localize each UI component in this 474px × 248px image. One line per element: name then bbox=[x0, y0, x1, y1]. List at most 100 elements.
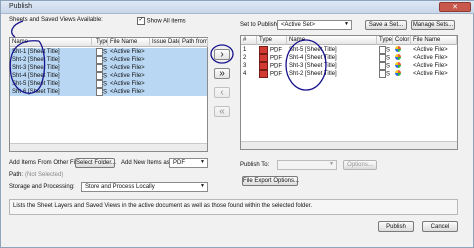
row-type: S bbox=[94, 72, 108, 80]
select-value: PDF bbox=[173, 160, 185, 166]
color-wheel-icon bbox=[395, 46, 401, 53]
hand-drawn-annotation bbox=[9, 20, 46, 94]
column-header-type[interactable]: Type bbox=[94, 38, 108, 47]
manage-sets-button[interactable]: Manage Sets... bbox=[411, 20, 455, 30]
horizontal-scrollbar[interactable] bbox=[10, 143, 207, 151]
sheet-icon bbox=[96, 64, 103, 72]
publish-button[interactable]: Publish bbox=[378, 221, 414, 232]
table-row[interactable]: 4 PDF Sht-2 [Sheet Title] S <Active File… bbox=[241, 70, 457, 78]
pdf-icon bbox=[259, 54, 268, 62]
chevron-down-icon: ▼ bbox=[329, 161, 334, 167]
pdf-icon bbox=[259, 62, 268, 70]
column-header-file-name[interactable]: File Name bbox=[411, 36, 457, 45]
column-header-number[interactable]: # bbox=[241, 36, 257, 45]
select-value: Store and Process Locally bbox=[85, 184, 155, 190]
row-type: S bbox=[94, 64, 108, 72]
title-bar: Publish ✕ bbox=[1, 1, 474, 14]
set-to-publish-select[interactable]: <Active Set> ▼ bbox=[277, 20, 352, 30]
chevron-down-icon: ▼ bbox=[200, 183, 205, 189]
status-message-box: Lists the Sheet Layers and Saved Views i… bbox=[9, 199, 458, 215]
add-new-items-as-select[interactable]: PDF ▼ bbox=[169, 158, 208, 168]
set-to-publish-label: Set to Publish: bbox=[240, 22, 279, 28]
remove-from-set-button[interactable]: ‹ bbox=[214, 87, 230, 98]
remove-all-from-set-button[interactable]: « bbox=[214, 106, 230, 117]
row-file: <Active File> bbox=[110, 49, 145, 55]
row-file: <Active File> bbox=[110, 57, 145, 63]
table-row[interactable]: 2 PDF Sht-4 [Sheet Title] S <Active File… bbox=[241, 54, 457, 62]
table-row[interactable]: 3 PDF Sht-3 [Sheet Title] S <Active File… bbox=[241, 62, 457, 70]
add-other-files-label: Add Items From Other Files: bbox=[9, 160, 85, 166]
color-wheel-icon bbox=[395, 70, 401, 77]
column-header-issue-date[interactable]: Issue Date bbox=[150, 38, 180, 47]
row-color[interactable] bbox=[393, 46, 411, 54]
row-file: <Active File> bbox=[110, 89, 145, 95]
row-color[interactable] bbox=[393, 54, 411, 62]
row-type: S bbox=[94, 56, 108, 64]
pdf-icon bbox=[259, 46, 268, 54]
table-header: # Type Name Type Color File Name bbox=[241, 36, 457, 45]
publish-dialog: Publish ✕ Sheets and Saved Views Availab… bbox=[0, 0, 474, 248]
column-header-type[interactable]: Type bbox=[377, 36, 393, 45]
row-type: S bbox=[377, 70, 393, 78]
row-number: 1 bbox=[243, 47, 247, 53]
sheet-icon bbox=[96, 56, 103, 64]
dialog-title: Publish bbox=[9, 3, 32, 10]
publish-to-select[interactable]: ▼ bbox=[277, 160, 337, 170]
path-label: Path: bbox=[9, 172, 24, 178]
checkbox-check-icon: ✓ bbox=[137, 17, 145, 25]
column-header-path[interactable]: Path from bbox=[180, 38, 208, 47]
close-button[interactable]: ✕ bbox=[439, 2, 471, 12]
table-row[interactable]: 1 PDF Sht-5 [Sheet Title] S <Active File… bbox=[241, 46, 457, 54]
row-file: <Active File> bbox=[413, 55, 448, 61]
storage-label: Storage and Processing: bbox=[9, 184, 75, 190]
row-number: 2 bbox=[243, 55, 247, 61]
sheet-icon bbox=[379, 46, 386, 54]
sheet-icon bbox=[96, 88, 103, 96]
file-export-options-button[interactable]: File Export Options... bbox=[242, 176, 299, 186]
pdf-icon bbox=[259, 70, 268, 78]
hand-drawn-circle bbox=[285, 39, 327, 91]
row-color[interactable] bbox=[393, 62, 411, 70]
row-type: S bbox=[94, 88, 108, 96]
row-file: <Active File> bbox=[110, 73, 145, 79]
row-type: S bbox=[94, 80, 108, 88]
horizontal-scrollbar[interactable] bbox=[241, 141, 457, 149]
color-wheel-icon bbox=[395, 54, 401, 61]
path-value: (Not Selected) bbox=[25, 172, 64, 178]
row-file: <Active File> bbox=[413, 71, 448, 77]
row-number: 3 bbox=[243, 63, 247, 69]
select-value: <Active Set> bbox=[281, 22, 316, 28]
row-type: S bbox=[377, 62, 393, 70]
row-type: S bbox=[94, 48, 108, 56]
row-file: <Active File> bbox=[110, 65, 145, 71]
select-folder-button[interactable]: Select Folder... bbox=[75, 158, 116, 168]
row-number: 4 bbox=[243, 71, 247, 77]
row-color[interactable] bbox=[393, 70, 411, 78]
add-all-to-set-button[interactable]: » bbox=[214, 68, 230, 79]
row-file: <Active File> bbox=[110, 81, 145, 87]
sheet-icon bbox=[96, 72, 103, 80]
storage-select[interactable]: Store and Process Locally ▼ bbox=[81, 182, 208, 192]
set-items-table: # Type Name Type Color File Name 1 PDF S… bbox=[240, 35, 458, 150]
publish-to-label: Publish To: bbox=[240, 162, 270, 168]
chevron-down-icon: ▼ bbox=[344, 21, 349, 27]
row-type: S bbox=[377, 46, 393, 54]
save-set-button[interactable]: Save a Set... bbox=[365, 20, 407, 30]
show-all-label: Show All items bbox=[146, 18, 186, 25]
cancel-button[interactable]: Cancel bbox=[422, 221, 458, 232]
chevron-down-icon: ▼ bbox=[200, 159, 205, 165]
row-file: <Active File> bbox=[413, 63, 448, 69]
color-wheel-icon bbox=[395, 62, 401, 69]
sheet-icon bbox=[379, 54, 386, 62]
show-all-checkbox[interactable]: ✓ Show All items bbox=[137, 17, 186, 25]
hand-drawn-circle bbox=[210, 44, 234, 64]
column-header-file-name[interactable]: File Name bbox=[108, 38, 150, 47]
options-button[interactable]: Options... bbox=[343, 160, 377, 170]
row-type: S bbox=[377, 54, 393, 62]
sheet-icon bbox=[379, 62, 386, 70]
status-message: Lists the Sheet Layers and Saved Views i… bbox=[13, 203, 313, 209]
sheet-icon bbox=[96, 80, 103, 88]
row-file: <Active File> bbox=[413, 47, 448, 53]
column-header-color[interactable]: Color bbox=[393, 36, 411, 45]
sheet-icon bbox=[379, 70, 386, 78]
